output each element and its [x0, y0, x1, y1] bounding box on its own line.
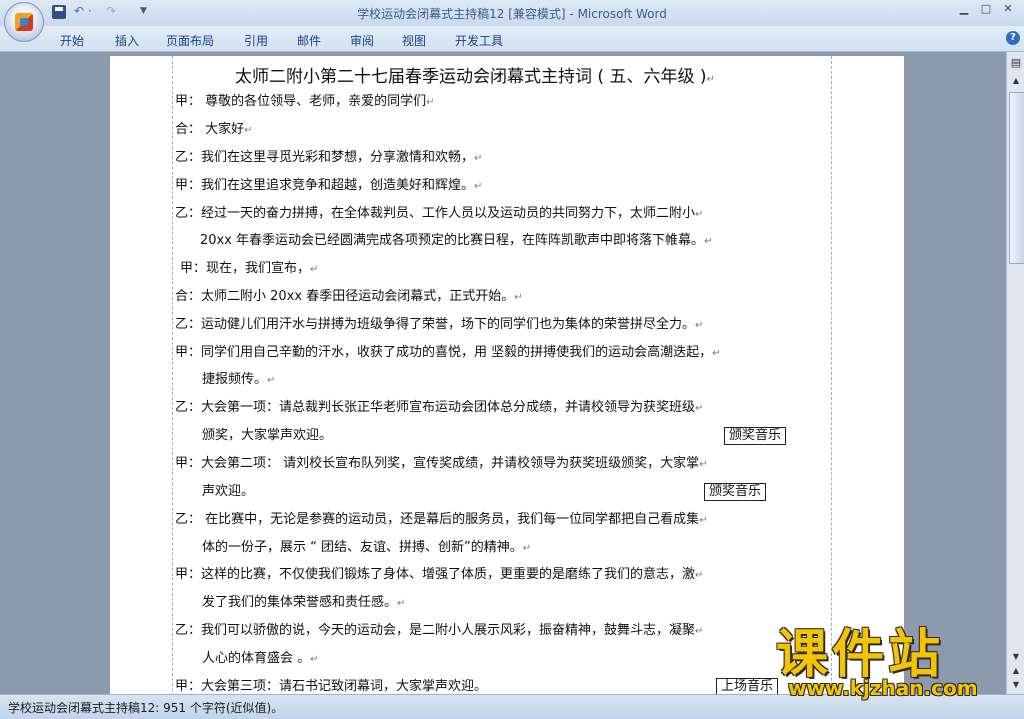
tab-page-layout[interactable]: 页面布局 [166, 32, 214, 49]
document-workspace: 太师二附小第二十七届春季运动会闭幕式主持词 ( 五、六年级 )↵ 甲： 尊敬的各… [0, 52, 1006, 694]
view-ruler-icon[interactable]: ▤ [1009, 56, 1023, 70]
script-line: 捷报频传。↵ [202, 372, 276, 387]
title-bar: ↶ · ↷ ▼ 学校运动会闭幕式主持稿12 [兼容模式] - Microsoft… [0, 0, 1024, 27]
script-line: 甲：大会第三项：请石书记致闭幕词，大家掌声欢迎。 [175, 679, 488, 694]
script-line: 颁奖，大家掌声欢迎。 [202, 428, 333, 443]
script-line: 20xx 年春季运动会已经圆满完成各项预定的比赛日程，在阵阵凯歌声中即将落下帷幕… [200, 233, 713, 248]
tab-insert[interactable]: 插入 [115, 32, 139, 49]
office-logo-icon [15, 13, 33, 31]
tab-mailings[interactable]: 邮件 [297, 32, 321, 49]
tab-developer[interactable]: 开发工具 [455, 32, 503, 49]
script-line: 合： 大家好↵ [175, 122, 253, 137]
script-line: 甲：我们在这里追求竞争和超越，创造美好和辉煌。↵ [175, 178, 483, 193]
document-title: 太师二附小第二十七届春季运动会闭幕式主持词 ( 五、六年级 )↵ [235, 67, 715, 87]
next-page-icon[interactable]: ▼ [1010, 680, 1022, 690]
script-line: 甲：大会第二项： 请刘校长宣布队列奖，宣传奖成绩，并请校领导为获奖班级颁奖，大家… [175, 456, 708, 471]
scroll-up-icon[interactable]: ▲ [1010, 76, 1022, 86]
vertical-scrollbar[interactable]: ▤ ▲ ▼ ▲ ▼ [1006, 52, 1024, 694]
script-line: 甲：这样的比赛，不仅使我们锻炼了身体、增强了体质，更重要的是磨练了我们的意志，激… [175, 567, 704, 582]
script-line: 乙：我们在这里寻觅光彩和梦想，分享激情和欢畅，↵ [175, 150, 483, 165]
music-cue-box: 颁奖音乐 [704, 483, 767, 501]
close-button[interactable]: ✕ [998, 2, 1018, 18]
script-line: 乙：大会第一项：请总裁判长张正华老师宣布运动会团体总分成绩，并请校领导为获奖班级… [175, 400, 704, 415]
office-button[interactable] [4, 2, 44, 42]
script-line: 乙：运动健儿们用汗水与拼搏为班级争得了荣誉，场下的同学们也为集体的荣誉拼尽全力。… [175, 317, 704, 332]
tab-references[interactable]: 引用 [244, 32, 268, 49]
music-cue-box: 颁奖音乐 [724, 427, 787, 445]
ribbon-tabs: 开始 插入 页面布局 引用 邮件 审阅 视图 开发工具 ? [0, 26, 1024, 52]
script-line: 声欢迎。 [202, 484, 255, 499]
script-line: 乙：我们可以骄傲的说，今天的运动会，是二附小人展示风彩，振奋精神，鼓舞斗志，凝聚… [175, 623, 704, 638]
script-line: 乙： 在比赛中，无论是参赛的运动员，还是幕后的服务员，我们每一位同学都把自己看成… [175, 512, 708, 527]
minimize-button[interactable]: ▁ [954, 2, 974, 18]
help-icon[interactable]: ? [1006, 31, 1020, 45]
word-count-status[interactable]: 学校运动会闭幕式主持稿12: 951 个字符(近似值)。 [8, 699, 283, 716]
tab-home[interactable]: 开始 [60, 32, 84, 49]
music-cue-box: 上场音乐 [716, 678, 779, 694]
script-line: 甲：同学们用自己辛勤的汗水，收获了成功的喜悦，用 坚毅的拼搏使我们的运动会高潮迭… [175, 345, 721, 360]
script-line: 体的一份子，展示 “ 团结、友谊、拼搏、创新”的精神。↵ [202, 540, 532, 555]
script-line: 甲： 尊敬的各位领导、老师，亲爱的同学们↵ [175, 94, 435, 109]
window-title: 学校运动会闭幕式主持稿12 [兼容模式] - Microsoft Word [357, 7, 667, 21]
document-page[interactable]: 太师二附小第二十七届春季运动会闭幕式主持词 ( 五、六年级 )↵ 甲： 尊敬的各… [110, 56, 904, 694]
tab-view[interactable]: 视图 [402, 32, 426, 49]
watermark-url: www.kjzhan.com [788, 676, 978, 700]
script-line: 甲：现在，我们宣布，↵ [180, 261, 319, 276]
previous-page-icon[interactable]: ▲ [1010, 666, 1022, 676]
scroll-down-icon[interactable]: ▼ [1010, 652, 1022, 662]
script-line: 合：太师二附小 20xx 春季田径运动会闭幕式，正式开始。↵ [175, 289, 523, 304]
script-line: 发了我们的集体荣誉感和责任感。↵ [202, 595, 406, 610]
maximize-button[interactable]: □ [976, 2, 996, 18]
tab-review[interactable]: 审阅 [350, 32, 374, 49]
script-line: 乙：经过一天的奋力拼搏，在全体裁判员、工作人员以及运动员的共同努力下，太师二附小… [175, 206, 704, 221]
scroll-thumb[interactable] [1009, 92, 1024, 264]
script-line: 人心的体育盛会 。↵ [202, 651, 319, 666]
